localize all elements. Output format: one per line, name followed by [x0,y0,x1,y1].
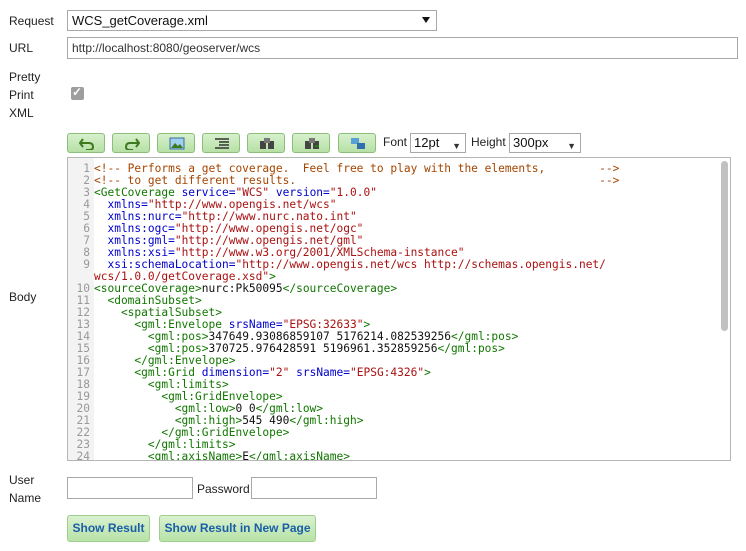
reindent-icon [215,138,229,149]
username-label-line2: Name [9,491,42,505]
height-select-value: 300px [513,135,549,150]
replace-button[interactable] [338,133,376,153]
image-icon [169,137,185,150]
code-token: </sourceCoverage> [282,282,398,295]
code-token: </gml:pos> [437,342,505,355]
reindent-button[interactable] [202,133,240,153]
line-number: 5 [83,210,90,223]
username-label-line1: User [9,473,35,487]
request-select-value: WCS_getCoverage.xml [72,13,208,28]
show-result-new-page-button[interactable]: Show Result in New Page [159,515,316,542]
code-token: > [424,366,431,379]
line-number: 8 [83,246,90,259]
replace-icon [351,138,365,149]
find-next-icon [305,138,319,149]
request-select[interactable]: WCS_getCoverage.xml [67,10,437,31]
code-token: </gml:high> [289,414,364,427]
undo-icon [79,138,95,150]
show-result-button[interactable]: Show Result [67,515,150,542]
checkmark-icon: ✓ [72,85,83,99]
find-icon [260,138,274,149]
font-select-value: 12pt [414,135,440,150]
height-label: Height [471,135,506,149]
line-number: 6 [83,222,90,235]
url-input[interactable]: http://localhost:8080/geoserver/wcs [67,37,738,59]
image-button[interactable] [157,133,195,153]
pretty-print-label-line2: Print [9,88,34,102]
line-number: 3 [83,186,90,199]
height-select[interactable]: 300px ▼ [509,133,581,153]
font-select[interactable]: 12pt ▼ [410,133,466,153]
code-token: <gml:axisName> [94,450,243,461]
pretty-print-label-line1: Pretty [9,70,41,84]
password-label: Password [197,482,250,496]
line-number: 7 [83,234,90,247]
password-input[interactable] [251,477,377,499]
line-number: 1 [83,162,90,175]
chevron-down-icon [422,17,430,23]
xml-editor[interactable]: 1 <!-- Performs a get coverage. Feel free… [67,157,731,461]
username-input[interactable] [67,477,193,499]
chevron-down-icon: ▼ [567,141,576,151]
body-label: Body [9,290,37,304]
line-number: 24 [76,450,90,461]
line-number: 4 [83,198,90,211]
redo-icon [124,138,140,150]
request-label: Request [9,14,54,28]
line-number: 2 [83,174,90,187]
find-button[interactable] [247,133,285,153]
code-token: "http://www.opengis.net/wcs http://schem… [235,258,606,271]
code-token: E [242,450,249,461]
find-next-button[interactable] [292,133,330,153]
code-text: <gml:axisName>E</gml:axisName> [94,451,350,461]
url-label: URL [9,41,34,55]
redo-button[interactable] [112,133,150,153]
code-token: nurc:Pk50095 [201,282,283,295]
code-token: "1.0.0" [329,186,377,199]
line-number: 9 [83,258,90,271]
undo-button[interactable] [67,133,105,153]
pretty-print-checkbox[interactable]: ✓ [71,85,84,100]
chevron-down-icon: ▼ [452,141,461,151]
vertical-scrollbar[interactable] [721,161,728,331]
pretty-print-label-line3: XML [9,106,34,120]
code-token: "2" [269,366,290,379]
font-label: Font [383,135,408,149]
code-token: </gml:axisName> [248,450,350,461]
code-area[interactable]: 1 <!-- Performs a get coverage. Feel free… [68,163,716,461]
code-token: "EPSG:4326" [350,366,425,379]
code-line: 24 <gml:axisName>E</gml:axisName> [68,451,716,461]
code-token: srsName= [296,366,350,379]
code-token: 370725.976428591 5196961.352859256 [208,342,438,355]
